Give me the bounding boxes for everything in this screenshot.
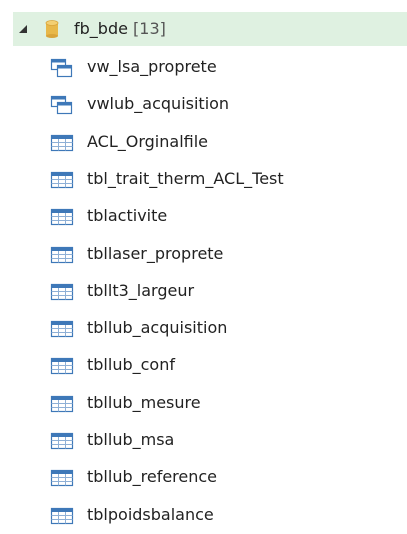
tree-item-label: vw_lsa_proprete [87,57,217,76]
tree-item-label: tbllub_acquisition [87,318,228,337]
tree-item[interactable]: tbllub_acquisition [50,311,390,345]
table-icon [50,506,74,526]
tree-item[interactable]: tbllt3_largeur [50,274,390,308]
table-icon [50,133,74,153]
tree-item-label: tblpoidsbalance [87,505,214,524]
database-icon [45,20,59,42]
table-icon [50,431,74,451]
database-node[interactable]: fb_bde [13] [13,12,407,46]
table-icon [50,319,74,339]
tree-item[interactable]: tbllaser_proprete [50,237,390,271]
view-icon [50,58,74,78]
tree-item-label: tbllub_conf [87,355,175,374]
table-icon [50,245,74,265]
tree-item-label: tbllaser_proprete [87,244,224,263]
database-name: fb_bde [74,19,128,38]
tree-item-label: vwlub_acquisition [87,94,230,113]
tree-item[interactable]: vw_lsa_proprete [50,50,390,84]
tree-item-label: tbllub_mesure [87,393,201,412]
tree-item-label: tblactivite [87,206,168,225]
tree-item-label: tbllub_reference [87,467,218,486]
tree-item[interactable]: tbllub_msa [50,423,390,457]
tree-item[interactable]: tblpoidsbalance [50,498,390,532]
tree-item-label: ACL_Orginalfile [87,132,208,151]
table-icon [50,394,74,414]
table-icon [50,282,74,302]
table-icon [50,170,74,190]
database-count: [13] [133,19,166,38]
table-icon [50,356,74,376]
tree-item[interactable]: tbllub_mesure [50,386,390,420]
database-label: fb_bde [13] [74,19,166,39]
table-icon [50,468,74,488]
tree-item[interactable]: vwlub_acquisition [50,87,390,121]
navigator-tree: fb_bde [13] vw_lsa_proprete vwlub_acquisi… [0,0,407,534]
tree-item[interactable]: tbllub_reference [50,460,390,494]
tree-item-label: tbl_trait_therm_ACL_Test [87,169,284,188]
tree-item[interactable]: tbl_trait_therm_ACL_Test [50,162,390,196]
view-icon [50,95,74,115]
tree-item[interactable]: ACL_Orginalfile [50,125,390,159]
table-icon [50,207,74,227]
tree-item[interactable]: tbllub_conf [50,348,390,382]
tree-item-label: tbllt3_largeur [87,281,195,300]
tree-item[interactable]: tblactivite [50,199,390,233]
tree-item-label: tbllub_msa [87,430,175,449]
